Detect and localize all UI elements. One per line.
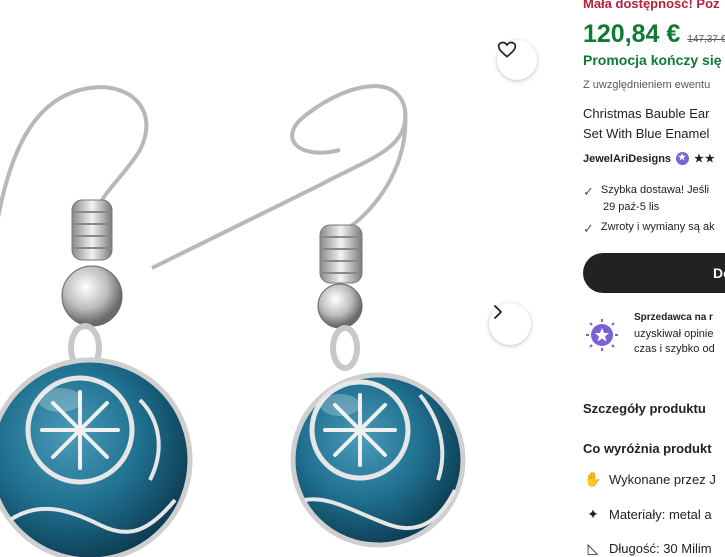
price: 120,84 €: [583, 20, 681, 48]
product-details-heading[interactable]: Szczegóły produktu: [583, 401, 706, 416]
right-coil: [319, 224, 363, 284]
original-price: 147,37 €: [687, 34, 725, 45]
seller-title: Sprzedawca na r: [634, 312, 713, 323]
product-image[interactable]: [0, 0, 557, 557]
shipping-info: ✓ Szybka dostawa! Jeśli: [583, 184, 709, 200]
shipping-dates: 29 paź-5 lis: [603, 201, 660, 213]
feature-handmade: ✋ Wykonane przez J: [583, 471, 716, 488]
feature-materials: ✦ Materiały: metal a: [583, 506, 712, 523]
hand-icon: ✋: [584, 471, 602, 487]
tax-note: Z uwzględnieniem ewentu: [583, 79, 711, 91]
add-to-cart-button[interactable]: Do: [583, 253, 725, 293]
star-seller-badge-icon: [676, 152, 690, 165]
returns-text: Zwroty i wymiany są ak: [600, 221, 715, 233]
check-icon: ✓: [583, 221, 594, 236]
feature-text: Długość: 30 Milim: [609, 541, 712, 556]
promo-notice: Promocja kończy się z: [583, 52, 725, 68]
add-to-cart-label: Do: [713, 265, 725, 281]
shop-name-link[interactable]: JewelAriDesigns: [583, 153, 671, 165]
returns-info: ✓ Zwroty i wymiany są ak: [583, 221, 715, 237]
rating-stars[interactable]: ★★: [694, 152, 716, 165]
feature-text: Materiały: metal a: [609, 507, 712, 522]
listing-info-panel: Mała dostępność! Poz 120,84 € 147,37 € P…: [583, 0, 725, 557]
highlights-heading: Co wyróżnia produkt: [583, 441, 712, 456]
price-row: 120,84 € 147,37 €: [583, 20, 725, 49]
ruler-icon: ◺: [587, 540, 599, 556]
seller-text-line2: uzyskiwał opinie: [634, 328, 714, 340]
seller-text-line3: czas i szybko od: [634, 343, 715, 355]
shipping-line1: Szybka dostawa! Jeśli: [600, 184, 710, 196]
sparkle-icon: ✦: [587, 506, 599, 522]
favorite-button[interactable]: [497, 40, 537, 80]
star-seller-icon: [586, 319, 618, 351]
check-icon: ✓: [583, 184, 594, 199]
next-image-button[interactable]: [489, 303, 531, 345]
listing-title-line2: Set With Blue Enamel: [583, 126, 710, 141]
stock-notice: Mała dostępność! Poz: [583, 0, 720, 11]
feature-length: ◺ Długość: 30 Milim: [583, 540, 712, 557]
chevron-right-icon: [494, 305, 502, 319]
earrings-photo: [0, 84, 466, 557]
listing-title-line1: Christmas Bauble Ear: [583, 106, 710, 121]
heart-outline-icon: [497, 41, 517, 58]
shop-row: JewelAriDesigns ★ ★: [583, 152, 716, 165]
left-coil: [71, 199, 113, 261]
feature-text: Wykonane przez J: [609, 472, 716, 487]
